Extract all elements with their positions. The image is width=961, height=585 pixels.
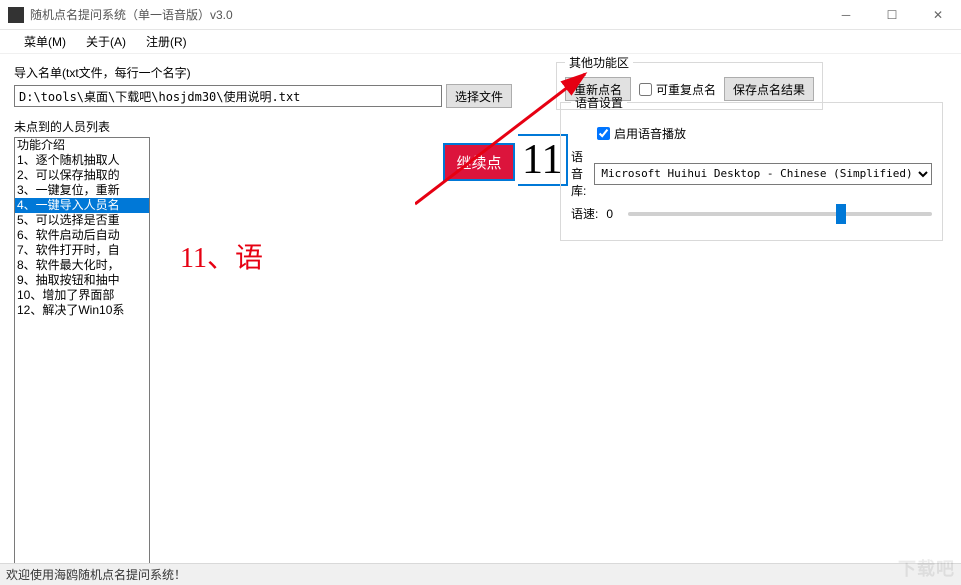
voice-enable-wrap[interactable]: 启用语音播放 xyxy=(597,125,686,142)
minimize-button[interactable]: ─ xyxy=(823,0,869,30)
voice-speed-label: 语速: xyxy=(571,205,598,222)
maximize-button[interactable]: ☐ xyxy=(869,0,915,30)
voice-enable-label: 启用语音播放 xyxy=(614,125,686,142)
menu-main[interactable]: 菜单(M) xyxy=(14,31,76,52)
status-text: 欢迎使用海鸥随机点名提问系统！ xyxy=(6,566,186,583)
import-path-input[interactable] xyxy=(14,85,442,107)
selected-display: 11、语 xyxy=(180,236,263,276)
close-button[interactable]: ✕ xyxy=(915,0,961,30)
list-item[interactable]: 6、软件启动后自动 xyxy=(15,228,149,243)
voice-speed-thumb[interactable] xyxy=(836,204,846,224)
menu-about[interactable]: 关于(A) xyxy=(76,31,136,52)
list-item[interactable]: 4、一键导入人员名 xyxy=(15,198,149,213)
list-item[interactable]: 3、一键复位，重新 xyxy=(15,183,149,198)
voice-settings-group: 语音设置 启用语音播放 语音库: Microsoft Huihui Deskto… xyxy=(560,94,943,241)
menubar: 菜单(M) 关于(A) 注册(R) xyxy=(0,30,961,54)
voice-settings-legend: 语音设置 xyxy=(571,94,627,111)
continue-button[interactable]: 继续点 xyxy=(443,143,515,181)
watermark: 下载吧 xyxy=(898,555,955,581)
titlebar: 随机点名提问系统（单一语音版）v3.0 ─ ☐ ✕ xyxy=(0,0,961,30)
list-item[interactable]: 7、软件打开时，自 xyxy=(15,243,149,258)
voice-speed-slider[interactable] xyxy=(628,212,932,216)
app-icon xyxy=(8,7,24,23)
menu-register[interactable]: 注册(R) xyxy=(136,31,197,52)
list-item[interactable]: 1、逐个随机抽取人 xyxy=(15,153,149,168)
list-item[interactable]: 10、增加了界面部 xyxy=(15,288,149,303)
list-item[interactable]: 8、软件最大化时， xyxy=(15,258,149,273)
list-item[interactable]: 5、可以选择是否重 xyxy=(15,213,149,228)
voice-lib-label: 语音库: xyxy=(571,148,586,199)
unpicked-list[interactable]: 功能介绍1、逐个随机抽取人2、可以保存抽取的3、一键复位，重新4、一键导入人员名… xyxy=(14,137,150,567)
voice-speed-value: 0 xyxy=(606,207,620,221)
window-title: 随机点名提问系统（单一语音版）v3.0 xyxy=(30,6,823,23)
other-functions-legend: 其他功能区 xyxy=(565,54,633,71)
list-item[interactable]: 12、解决了Win10系 xyxy=(15,303,149,318)
list-item[interactable]: 2、可以保存抽取的 xyxy=(15,168,149,183)
choose-file-button[interactable]: 选择文件 xyxy=(446,84,512,108)
voice-enable-checkbox[interactable] xyxy=(597,127,610,140)
statusbar: 欢迎使用海鸥随机点名提问系统！ xyxy=(0,563,961,585)
voice-lib-select[interactable]: Microsoft Huihui Desktop - Chinese (Simp… xyxy=(594,163,932,185)
list-item[interactable]: 功能介绍 xyxy=(15,138,149,153)
list-item[interactable]: 9、抽取按钮和抽中 xyxy=(15,273,149,288)
